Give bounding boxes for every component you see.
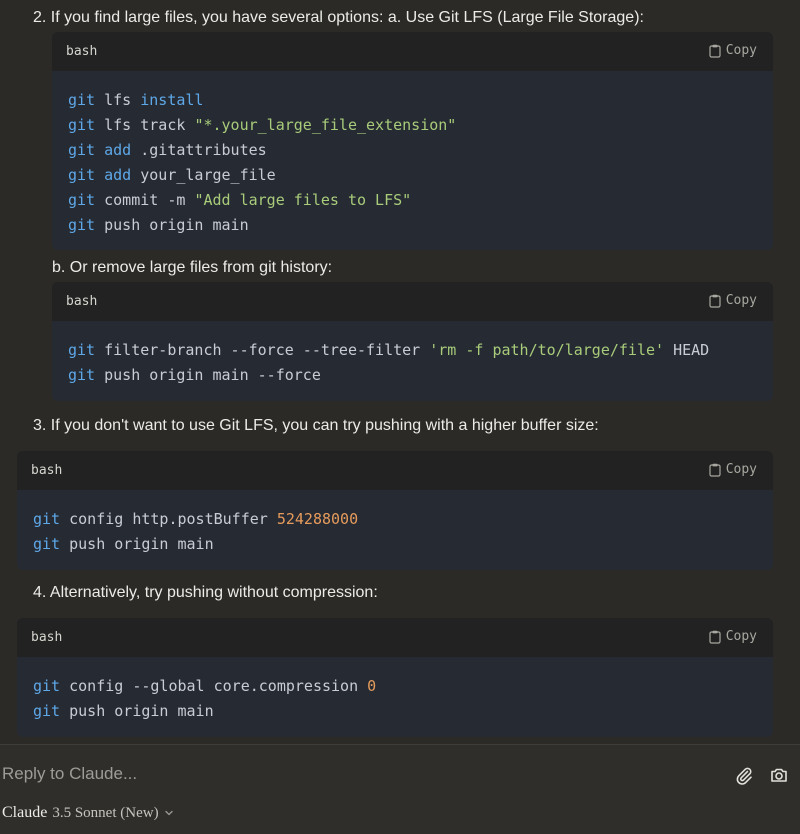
- step-3-text: 3. If you don't want to use Git LFS, you…: [33, 417, 599, 434]
- code-language-label: bash: [31, 630, 63, 645]
- copy-label: Copy: [725, 293, 757, 308]
- code-line: git push origin main: [68, 213, 757, 238]
- code-token: git: [68, 116, 96, 134]
- code-token: git: [68, 166, 96, 184]
- code-token: lfs track: [95, 116, 195, 134]
- code-body: git config --global core.compression 0 gi…: [17, 657, 773, 724]
- code-token: git: [68, 141, 96, 159]
- code-line: git push origin main --force: [68, 363, 757, 388]
- code-token: commit -m: [95, 191, 195, 209]
- copy-button[interactable]: Copy: [709, 629, 757, 644]
- code-line: git lfs install: [68, 88, 757, 113]
- code-token: git: [68, 191, 96, 209]
- code-body: git filter-branch --force --tree-filter …: [52, 321, 773, 388]
- code-line: git push origin main: [33, 532, 757, 557]
- code-block: bash Copy git lfs install git lfs track "…: [52, 32, 773, 250]
- code-token: filter-branch --force --tree-filter: [95, 341, 430, 359]
- camera-icon[interactable]: [769, 765, 789, 785]
- code-line: git lfs track "*.your_large_file_extensi…: [68, 113, 757, 138]
- code-block: bash Copy git config http.postBuffer 524…: [17, 451, 773, 570]
- code-token: 0: [367, 677, 377, 695]
- code-line: git config --global core.compression 0: [33, 674, 757, 699]
- code-token: install: [140, 91, 204, 109]
- code-block-header: bash Copy: [52, 282, 773, 321]
- code-language-label: bash: [66, 44, 98, 59]
- copy-button[interactable]: Copy: [709, 43, 757, 58]
- code-token: "Add large files to LFS": [194, 191, 412, 209]
- code-line: git filter-branch --force --tree-filter …: [68, 338, 757, 363]
- code-token: git: [33, 702, 61, 720]
- code-token: 'rm -f path/to/large/file': [429, 341, 665, 359]
- chevron-down-icon: [164, 810, 173, 816]
- code-token: add: [104, 166, 132, 184]
- code-line: git commit -m "Add large files to LFS": [68, 188, 757, 213]
- code-token: config --global core.compression: [60, 677, 368, 695]
- step-2-text: 2. If you find large files, you have sev…: [33, 9, 644, 26]
- code-block-header: bash Copy: [17, 618, 773, 657]
- paperclip-icon[interactable]: [734, 765, 754, 785]
- copy-label: Copy: [725, 462, 757, 477]
- code-token: git: [33, 677, 61, 695]
- code-block: bash Copy git config --global core.compr…: [17, 618, 773, 737]
- copy-button[interactable]: Copy: [709, 462, 757, 477]
- code-body: git lfs install git lfs track "*.your_lar…: [52, 71, 773, 238]
- clipboard-icon: [709, 44, 721, 58]
- code-block: bash Copy git filter-branch --force --tr…: [52, 282, 773, 401]
- code-line: git push origin main: [33, 699, 757, 724]
- code-token: git: [68, 216, 96, 234]
- reply-input[interactable]: [0, 763, 704, 785]
- model-selector[interactable]: Claude 3.5 Sonnet (New): [2, 804, 174, 822]
- code-token: your_large_file: [131, 166, 276, 184]
- code-token: "*.your_large_file_extension": [194, 116, 457, 134]
- clipboard-icon: [709, 463, 721, 477]
- code-token: push origin main: [60, 535, 214, 553]
- code-token: .gitattributes: [131, 141, 267, 159]
- code-token: git: [33, 510, 61, 528]
- code-token: 524288000: [276, 510, 359, 528]
- code-token: git: [68, 341, 96, 359]
- model-name: Claude: [2, 804, 48, 821]
- clipboard-icon: [709, 630, 721, 644]
- code-token: git: [68, 366, 96, 384]
- model-version: 3.5 Sonnet (New): [52, 804, 159, 821]
- code-language-label: bash: [66, 294, 98, 309]
- code-block-header: bash Copy: [17, 451, 773, 490]
- code-line: git add .gitattributes: [68, 138, 757, 163]
- code-token: config http.postBuffer: [60, 510, 277, 528]
- code-token: HEAD: [664, 341, 710, 359]
- code-line: git add your_large_file: [68, 163, 757, 188]
- code-token: add: [104, 141, 132, 159]
- code-token: push origin main: [95, 216, 249, 234]
- composer: Claude 3.5 Sonnet (New): [0, 744, 800, 834]
- step-4-text: 4. Alternatively, try pushing without co…: [33, 584, 378, 601]
- code-token: git: [33, 535, 61, 553]
- code-token: git: [68, 91, 96, 109]
- code-language-label: bash: [31, 463, 63, 478]
- copy-label: Copy: [725, 629, 757, 644]
- clipboard-icon: [709, 294, 721, 308]
- chat-transcript: 2. If you find large files, you have sev…: [0, 0, 800, 744]
- copy-button[interactable]: Copy: [709, 293, 757, 308]
- copy-label: Copy: [725, 43, 757, 58]
- step-2b-text: b. Or remove large files from git histor…: [52, 259, 333, 276]
- code-token: lfs: [95, 91, 141, 109]
- code-block-header: bash Copy: [52, 32, 773, 71]
- code-body: git config http.postBuffer 524288000 git …: [17, 490, 773, 557]
- code-token: push origin main: [60, 702, 214, 720]
- code-token: push origin main --force: [95, 366, 321, 384]
- code-line: git config http.postBuffer 524288000: [33, 507, 757, 532]
